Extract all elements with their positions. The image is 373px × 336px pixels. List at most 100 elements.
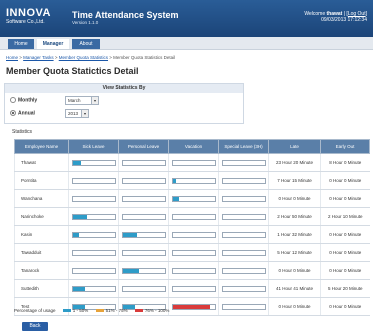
usage-progress-bar xyxy=(121,213,166,220)
usage-progress-bar xyxy=(121,285,166,292)
logo-subtext: Software Co.,Ltd. xyxy=(6,19,45,25)
employee-name: Thawat xyxy=(14,153,69,172)
sick-usage-cell xyxy=(68,225,119,244)
legend-item-mid: 51% - 75% xyxy=(105,308,128,313)
late-value: 23 Hour 20 Minute xyxy=(268,153,321,172)
table-row: Wanchana 0 Hour 0 Minute 0 Hour 0 Minute xyxy=(14,189,370,208)
statistics-table: Employee Name Sick Leave Personal Leave … xyxy=(14,139,370,316)
breadcrumb-home[interactable]: Home xyxy=(6,55,18,60)
usage-progress-bar xyxy=(121,231,166,238)
late-value: 2 Hour 50 Minute xyxy=(268,207,321,226)
personal-usage-cell xyxy=(118,225,169,244)
logo-text: INNOVA xyxy=(6,7,51,19)
special-usage-cell xyxy=(218,297,269,316)
usage-progress-bar xyxy=(171,303,216,310)
early-out-value: 0 Hour 0 Minute xyxy=(320,225,370,244)
annual-label: Annual xyxy=(18,110,35,117)
usage-progress-bar xyxy=(221,195,266,202)
col-vacation: Vacation xyxy=(168,139,219,154)
usage-progress-bar xyxy=(121,249,166,256)
legend-swatch-low xyxy=(62,309,71,313)
usage-progress-bar xyxy=(171,195,216,202)
usage-progress-bar xyxy=(71,195,116,202)
late-value: 0 Hour 0 Minute xyxy=(268,189,321,208)
back-button[interactable]: Back xyxy=(22,322,48,331)
vacation-usage-cell xyxy=(168,279,219,298)
table-row: Thawat 23 Hour 20 Minute 8 Hour 0 Minute xyxy=(14,153,370,172)
usage-progress-fill xyxy=(122,232,138,237)
table-row: Suttedith 41 Hour 41 Minute 5 Hour 20 Minu… xyxy=(14,279,370,298)
table-row: Tanarock 0 Hour 0 Minute 0 Hour 0 Minute xyxy=(14,261,370,280)
monthly-radio[interactable]: Monthly xyxy=(10,97,37,103)
usage-progress-fill xyxy=(122,268,140,273)
personal-usage-cell xyxy=(118,243,169,262)
annual-radio[interactable]: Annual xyxy=(10,110,35,116)
personal-usage-cell xyxy=(118,171,169,190)
vacation-usage-cell xyxy=(168,207,219,226)
usage-progress-fill xyxy=(72,286,86,291)
usage-progress-bar xyxy=(121,159,166,166)
tab-about[interactable]: About xyxy=(72,39,100,49)
vacation-usage-cell xyxy=(168,243,219,262)
special-usage-cell xyxy=(218,279,269,298)
early-out-value: 5 Hour 20 Minute xyxy=(320,279,370,298)
early-out-value: 8 Hour 0 Minute xyxy=(320,153,370,172)
usage-progress-fill xyxy=(72,232,79,237)
col-late: Late xyxy=(268,139,321,154)
usage-progress-fill xyxy=(172,304,211,309)
special-usage-cell xyxy=(218,153,269,172)
late-value: 0 Hour 0 Minute xyxy=(268,261,321,280)
breadcrumb-manager-tasks[interactable]: Manager Tasks xyxy=(23,55,53,60)
usage-progress-bar xyxy=(121,267,166,274)
main-nav: Home Manager About xyxy=(0,37,373,50)
system-title: Time Attendance System xyxy=(72,10,179,20)
early-out-value: 0 Hour 0 Minute xyxy=(320,261,370,280)
usage-progress-bar xyxy=(71,177,116,184)
system-version: Version 1.1.0 xyxy=(72,20,99,25)
vacation-usage-cell xyxy=(168,297,219,316)
sick-usage-cell xyxy=(68,261,119,280)
chevron-down-icon: ▾ xyxy=(91,97,98,104)
legend-swatch-high xyxy=(134,309,143,313)
tab-home[interactable]: Home xyxy=(8,39,34,49)
employee-name: Porntita xyxy=(14,171,69,190)
usage-progress-bar xyxy=(71,213,116,220)
monthly-label: Monthly xyxy=(18,97,38,104)
employee-name: Wanchana xyxy=(14,189,69,208)
early-out-value: 0 Hour 0 Minute xyxy=(320,297,370,316)
month-select[interactable]: March ▾ xyxy=(65,96,99,105)
usage-progress-fill xyxy=(72,160,81,165)
tab-manager[interactable]: Manager xyxy=(37,39,69,49)
legend-item-low: 1 - 50% xyxy=(72,308,89,313)
late-value: 0 Hour 0 Minute xyxy=(268,297,321,316)
statistics-table-body: Thawat 23 Hour 20 Minute 8 Hour 0 Minute Po… xyxy=(14,153,370,316)
welcome-block: Welcome thawat | [Log Out] 09/03/2013 17… xyxy=(304,11,367,23)
usage-progress-bar xyxy=(71,249,116,256)
breadcrumb-quota-statistics[interactable]: Member Quota Statistics xyxy=(59,55,108,60)
breadcrumb-current: > Member Quota Statistics Detail xyxy=(108,55,176,60)
special-usage-cell xyxy=(218,225,269,244)
vacation-usage-cell xyxy=(168,189,219,208)
usage-progress-bar xyxy=(171,267,216,274)
legend-swatch-mid xyxy=(95,309,104,313)
statistics-label: Statistics xyxy=(12,129,33,135)
early-out-value: 2 Hour 10 Minute xyxy=(320,207,370,226)
late-value: 7 Hour 15 Minute xyxy=(268,171,321,190)
year-select[interactable]: 2013 ▾ xyxy=(65,109,89,118)
usage-progress-bar xyxy=(171,213,216,220)
month-select-value: March xyxy=(68,98,81,103)
employee-name: Kasin xyxy=(14,225,69,244)
table-header-row: Employee Name Sick Leave Personal Leave … xyxy=(14,139,370,154)
personal-usage-cell xyxy=(118,189,169,208)
sick-usage-cell xyxy=(68,243,119,262)
usage-progress-bar xyxy=(221,177,266,184)
table-row: Kasin 1 Hour 32 Minute 0 Hour 0 Minute xyxy=(14,225,370,244)
employee-name: Narinchoke xyxy=(14,207,69,226)
late-value: 1 Hour 32 Minute xyxy=(268,225,321,244)
sick-usage-cell xyxy=(68,153,119,172)
page-title: Member Quota Statictics Detail xyxy=(6,66,139,76)
special-usage-cell xyxy=(218,189,269,208)
company-logo: INNOVA Software Co.,Ltd. xyxy=(6,7,51,26)
table-row: Narinchoke 2 Hour 50 Minute 2 Hour 10 Minu… xyxy=(14,207,370,226)
app-header: INNOVA Software Co.,Ltd. Time Attendance… xyxy=(0,0,373,37)
